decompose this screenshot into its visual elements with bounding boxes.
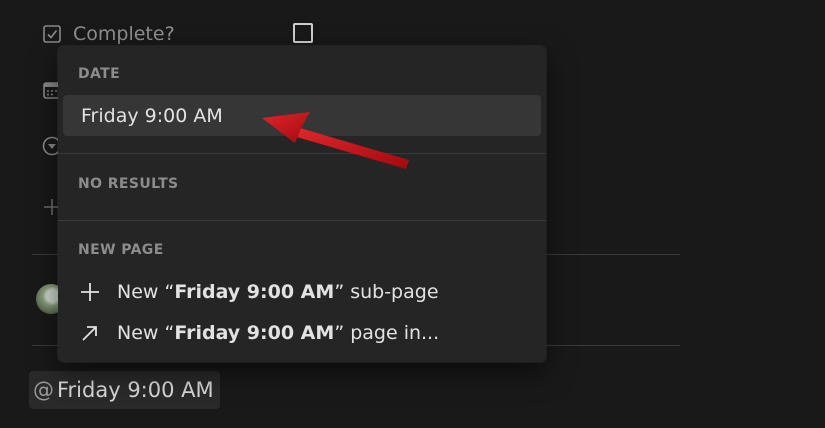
section-date: DATE <box>78 66 121 82</box>
complete-checkbox[interactable] <box>293 23 313 43</box>
plus-icon <box>78 280 102 304</box>
section-new-page: NEW PAGE <box>78 242 164 258</box>
property-label: Complete? <box>73 23 175 45</box>
at-symbol: @ <box>33 378 54 402</box>
date-option[interactable]: Friday 9:00 AM <box>63 95 541 136</box>
new-page-in-text: New “Friday 9:00 AM” page in... <box>117 322 440 344</box>
checkbox-icon <box>40 22 64 46</box>
divider <box>58 153 546 154</box>
date-mention[interactable]: @ Friday 9:00 AM <box>29 371 220 409</box>
arrow-up-right-icon <box>78 321 102 345</box>
property-complete[interactable]: Complete? <box>40 22 175 46</box>
date-option-label: Friday 9:00 AM <box>81 104 223 127</box>
section-no-results: NO RESULTS <box>78 176 179 192</box>
divider <box>58 220 546 221</box>
new-subpage-text: New “Friday 9:00 AM” sub-page <box>117 281 439 303</box>
mention-popup: DATE Friday 9:00 AM NO RESULTS NEW PAGE … <box>58 46 546 362</box>
new-subpage-item[interactable]: New “Friday 9:00 AM” sub-page <box>58 275 546 309</box>
new-page-in-item[interactable]: New “Friday 9:00 AM” page in... <box>58 316 546 350</box>
mention-text: Friday 9:00 AM <box>57 378 214 402</box>
